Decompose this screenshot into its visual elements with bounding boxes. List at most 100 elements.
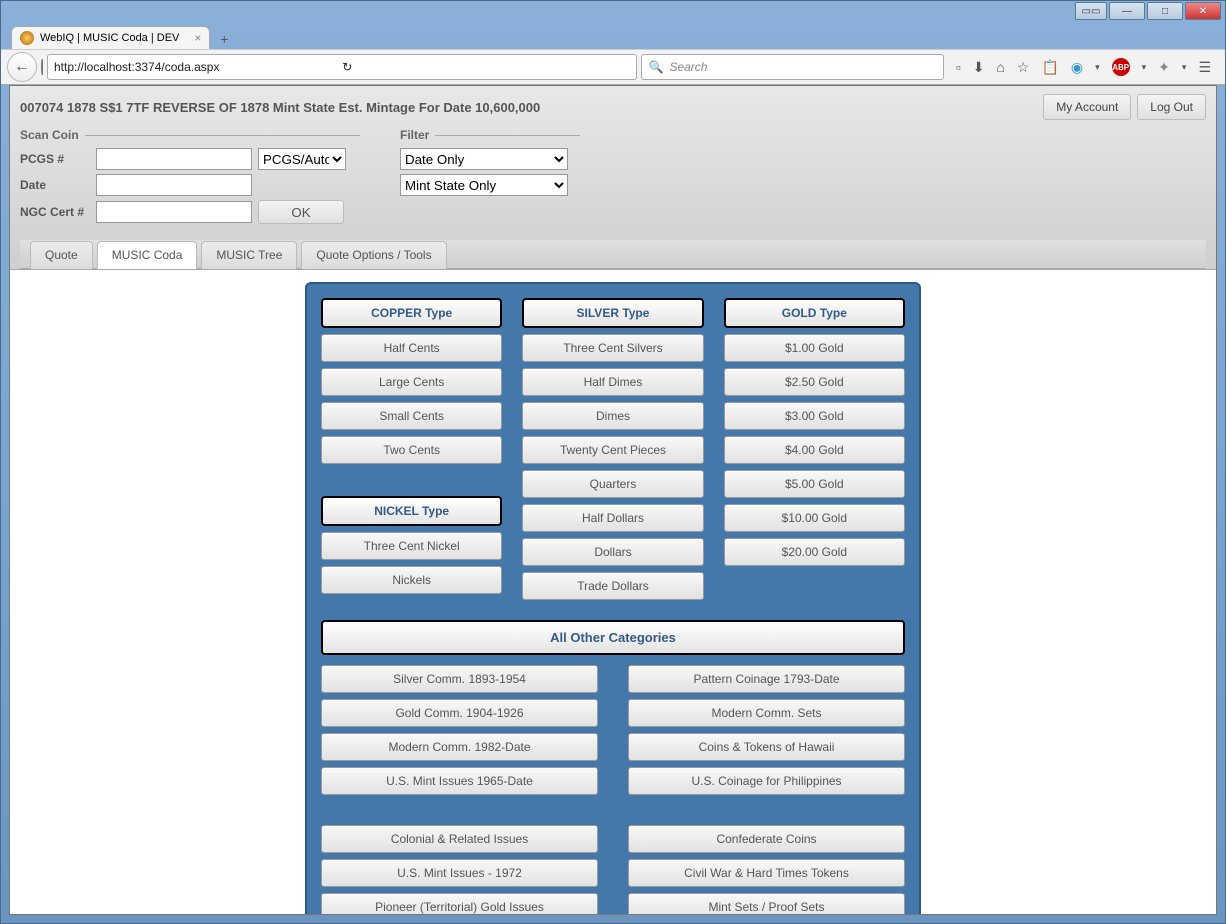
other-item-modern-comm-sets[interactable]: Modern Comm. Sets	[628, 699, 905, 727]
maximize-button[interactable]: □	[1147, 2, 1183, 20]
scan-coin-fieldset: Scan Coin PCGS # PCGS/Auto Date NGC Cert…	[20, 128, 360, 228]
other-item-modern-comm-1982-date[interactable]: Modern Comm. 1982-Date	[321, 733, 598, 761]
other-item-pioneer-territorial-gold-issues[interactable]: Pioneer (Territorial) Gold Issues	[321, 893, 598, 915]
other-item-silver-comm-1893-1954[interactable]: Silver Comm. 1893-1954	[321, 665, 598, 693]
silver-item-dollars[interactable]: Dollars	[522, 538, 703, 566]
globe-icon	[41, 60, 43, 74]
refresh-icon[interactable]: ↻	[340, 60, 630, 74]
gold-item--1-00-gold[interactable]: $1.00 Gold	[724, 334, 905, 362]
bookmark-star-icon[interactable]: ☆	[1017, 59, 1030, 76]
copper-column: COPPER Type Half Cents Large Cents Small C…	[321, 298, 502, 600]
gold-item--20-00-gold[interactable]: $20.00 Gold	[724, 538, 905, 566]
url-bar[interactable]: http://localhost:3374/coda.aspx ↻	[47, 54, 637, 80]
dropdown-icon[interactable]: ▾	[1095, 62, 1100, 73]
other-item-gold-comm-1904-1926[interactable]: Gold Comm. 1904-1926	[321, 699, 598, 727]
silver-item-quarters[interactable]: Quarters	[522, 470, 703, 498]
grading-select[interactable]: PCGS/Auto	[258, 148, 346, 170]
gold-item--10-00-gold[interactable]: $10.00 Gold	[724, 504, 905, 532]
window-frame: ▭▭ — □ ✕ WebIQ | MUSIC Coda | DEV × + ← …	[0, 0, 1226, 924]
dropdown-icon[interactable]: ▾	[1182, 62, 1187, 73]
nickel-header[interactable]: NICKEL Type	[321, 496, 502, 526]
window-group-icon[interactable]: ▭▭	[1075, 2, 1107, 20]
filter-date-select[interactable]: Date Only	[400, 148, 568, 170]
back-button[interactable]: ←	[7, 52, 37, 82]
abp-icon[interactable]: ABP	[1112, 58, 1130, 76]
scan-legend: Scan Coin	[20, 128, 79, 142]
titlebar: ▭▭ — □ ✕	[1, 1, 1225, 21]
ok-button[interactable]: OK	[258, 200, 344, 224]
filter-state-select[interactable]: Mint State Only	[400, 174, 568, 196]
ngc-input[interactable]	[96, 201, 252, 223]
nickel-item-three-cent-nickel[interactable]: Three Cent Nickel	[321, 532, 502, 560]
browser-tab[interactable]: WebIQ | MUSIC Coda | DEV ×	[11, 26, 210, 49]
tab-close-icon[interactable]: ×	[194, 31, 201, 45]
content-area: 007074 1878 S$1 7TF REVERSE OF 1878 Mint…	[9, 85, 1217, 915]
copper-item-large-cents[interactable]: Large Cents	[321, 368, 502, 396]
minimize-button[interactable]: —	[1109, 2, 1145, 20]
silver-item-half-dollars[interactable]: Half Dollars	[522, 504, 703, 532]
gold-item--5-00-gold[interactable]: $5.00 Gold	[724, 470, 905, 498]
toolbar-icons: ▫ ⬇ ⌂ ☆ 📋 ◉ ▾ ABP ▾ ✦ ▾ ☰	[948, 58, 1219, 76]
other-item-colonial-related-issues[interactable]: Colonial & Related Issues	[321, 825, 598, 853]
app-tab-quote[interactable]: Quote	[30, 241, 93, 269]
all-other-header[interactable]: All Other Categories	[321, 620, 905, 655]
app-tab-music-coda[interactable]: MUSIC Coda	[97, 241, 198, 269]
category-panel: COPPER Type Half Cents Large Cents Small C…	[305, 282, 921, 915]
browser-tab-strip: WebIQ | MUSIC Coda | DEV × +	[1, 21, 1225, 49]
page-header: 007074 1878 S$1 7TF REVERSE OF 1878 Mint…	[10, 86, 1216, 270]
addon-icon[interactable]: ◉	[1071, 59, 1083, 76]
silver-item-trade-dollars[interactable]: Trade Dollars	[522, 572, 703, 600]
clipboard-icon[interactable]: 📋	[1041, 59, 1058, 76]
gold-item--3-00-gold[interactable]: $3.00 Gold	[724, 402, 905, 430]
other-item-u-s-mint-issues-1965-date[interactable]: U.S. Mint Issues 1965-Date	[321, 767, 598, 795]
search-placeholder: Search	[669, 60, 707, 74]
other-item-u-s-coinage-for-philippines[interactable]: U.S. Coinage for Philippines	[628, 767, 905, 795]
pcgs-input[interactable]	[96, 148, 252, 170]
ngc-label: NGC Cert #	[20, 205, 90, 219]
gold-item--4-00-gold[interactable]: $4.00 Gold	[724, 436, 905, 464]
downloads-box-icon[interactable]: ▫	[956, 59, 961, 75]
gold-item--2-50-gold[interactable]: $2.50 Gold	[724, 368, 905, 396]
silver-header[interactable]: SILVER Type	[522, 298, 703, 328]
copper-header[interactable]: COPPER Type	[321, 298, 502, 328]
gold-header[interactable]: GOLD Type	[724, 298, 905, 328]
dropdown-icon[interactable]: ▾	[1142, 62, 1147, 73]
home-icon[interactable]: ⌂	[996, 59, 1004, 75]
new-tab-button[interactable]: +	[214, 29, 234, 49]
other-item-confederate-coins[interactable]: Confederate Coins	[628, 825, 905, 853]
tab-title: WebIQ | MUSIC Coda | DEV	[40, 32, 179, 44]
date-input[interactable]	[96, 174, 252, 196]
app-tab-music-tree[interactable]: MUSIC Tree	[201, 241, 297, 269]
nickel-item-nickels[interactable]: Nickels	[321, 566, 502, 594]
page-title: 007074 1878 S$1 7TF REVERSE OF 1878 Mint…	[20, 100, 540, 115]
silver-item-dimes[interactable]: Dimes	[522, 402, 703, 430]
menu-icon[interactable]: ☰	[1198, 59, 1211, 76]
silver-item-three-cent-silvers[interactable]: Three Cent Silvers	[522, 334, 703, 362]
url-text: http://localhost:3374/coda.aspx	[54, 60, 340, 74]
other-item-civil-war-hard-times-tokens[interactable]: Civil War & Hard Times Tokens	[628, 859, 905, 887]
other-item-coins-tokens-of-hawaii[interactable]: Coins & Tokens of Hawaii	[628, 733, 905, 761]
filter-legend: Filter	[400, 128, 429, 142]
date-label: Date	[20, 178, 90, 192]
copper-item-two-cents[interactable]: Two Cents	[321, 436, 502, 464]
favicon-icon	[20, 31, 34, 45]
app-tabs: QuoteMUSIC CodaMUSIC TreeQuote Options /…	[20, 240, 1206, 269]
search-box[interactable]: Search	[641, 54, 943, 80]
other-item-u-s-mint-issues-1972[interactable]: U.S. Mint Issues - 1972	[321, 859, 598, 887]
gold-column: GOLD Type $1.00 Gold $2.50 Gold $3.00 Gold…	[724, 298, 905, 600]
silver-item-twenty-cent-pieces[interactable]: Twenty Cent Pieces	[522, 436, 703, 464]
download-arrow-icon[interactable]: ⬇	[973, 59, 985, 76]
app-tab-quote-options-tools[interactable]: Quote Options / Tools	[301, 241, 446, 269]
copper-item-half-cents[interactable]: Half Cents	[321, 334, 502, 362]
log-out-button[interactable]: Log Out	[1137, 94, 1206, 120]
other-item-mint-sets-proof-sets[interactable]: Mint Sets / Proof Sets	[628, 893, 905, 915]
copper-item-small-cents[interactable]: Small Cents	[321, 402, 502, 430]
silver-column: SILVER Type Three Cent Silvers Half Dimes…	[522, 298, 703, 600]
silver-item-half-dimes[interactable]: Half Dimes	[522, 368, 703, 396]
extension-icon[interactable]: ✦	[1158, 59, 1170, 76]
my-account-button[interactable]: My Account	[1043, 94, 1131, 120]
nav-toolbar: ← http://localhost:3374/coda.aspx ↻ Sear…	[1, 49, 1225, 85]
filter-fieldset: Filter Date Only Mint State Only	[400, 128, 580, 228]
other-item-pattern-coinage-1793-date[interactable]: Pattern Coinage 1793-Date	[628, 665, 905, 693]
close-button[interactable]: ✕	[1185, 2, 1221, 20]
